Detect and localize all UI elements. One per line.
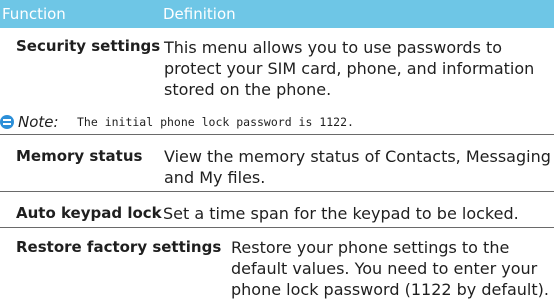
definition-memory-status: View the memory status of Contacts, Mess… (164, 147, 551, 187)
definition-restore-factory-settings: Restore your phone settings to the defau… (231, 238, 549, 299)
header-definition: Definition (163, 5, 236, 23)
header-function: Function (2, 5, 66, 23)
note-label: Note: (18, 113, 59, 131)
note-icon (0, 115, 14, 129)
definition-security-settings: This menu allows you to use passwords to… (164, 38, 535, 99)
row-divider (0, 191, 554, 192)
term-memory-status: Memory status (16, 147, 143, 165)
row-divider (0, 227, 554, 228)
definition-auto-keypad-lock: Set a time span for the keypad to be loc… (163, 204, 519, 223)
row-divider (0, 134, 554, 135)
term-restore-factory-settings: Restore factory settings (16, 238, 222, 256)
term-auto-keypad-lock: Auto keypad lock (16, 204, 162, 222)
table-header: Function Definition (0, 0, 554, 28)
note-text: The initial phone lock password is 1122. (77, 115, 354, 129)
term-security-settings: Security settings (16, 37, 161, 55)
